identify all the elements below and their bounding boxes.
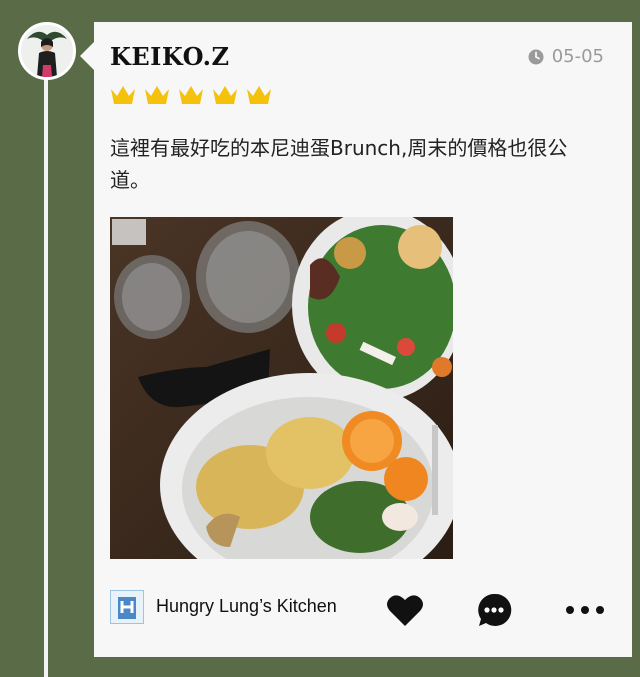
heart-icon (387, 595, 423, 626)
review-text: 這裡有最好吃的本尼迪蛋Brunch,周末的價格也很公道。 (110, 136, 568, 192)
timeline-line (44, 78, 48, 677)
building-icon[interactable] (110, 590, 144, 624)
card-pointer (80, 42, 94, 70)
crown-icon (179, 86, 203, 104)
comment-button[interactable] (474, 590, 514, 630)
building-icon-graphic (118, 597, 136, 619)
crown-icon (145, 86, 169, 104)
food-photo-image (110, 217, 453, 559)
more-options-button[interactable] (565, 590, 605, 630)
like-button[interactable] (385, 590, 425, 630)
more-icon (566, 606, 604, 614)
review-card: KEIKO.Z 05-05 這裡有最好吃的本尼迪蛋Brunch,周末的價格也很公… (94, 22, 632, 657)
comment-icon (478, 593, 512, 626)
crown-icon (213, 86, 237, 104)
clock-icon (528, 49, 544, 64)
avatar-image (21, 25, 73, 77)
food-photo[interactable] (110, 217, 453, 559)
card-footer: Hungry Lung’s Kitchen (110, 590, 616, 630)
post-date: 05-05 (551, 46, 604, 67)
post-date-group: 05-05 (528, 46, 604, 67)
user-avatar[interactable] (18, 22, 76, 80)
crown-icon (111, 86, 135, 104)
star-rating (110, 84, 272, 106)
venue-name[interactable]: Hungry Lung’s Kitchen (156, 596, 337, 617)
crown-icon (247, 86, 271, 104)
username[interactable]: KEIKO.Z (110, 42, 229, 71)
